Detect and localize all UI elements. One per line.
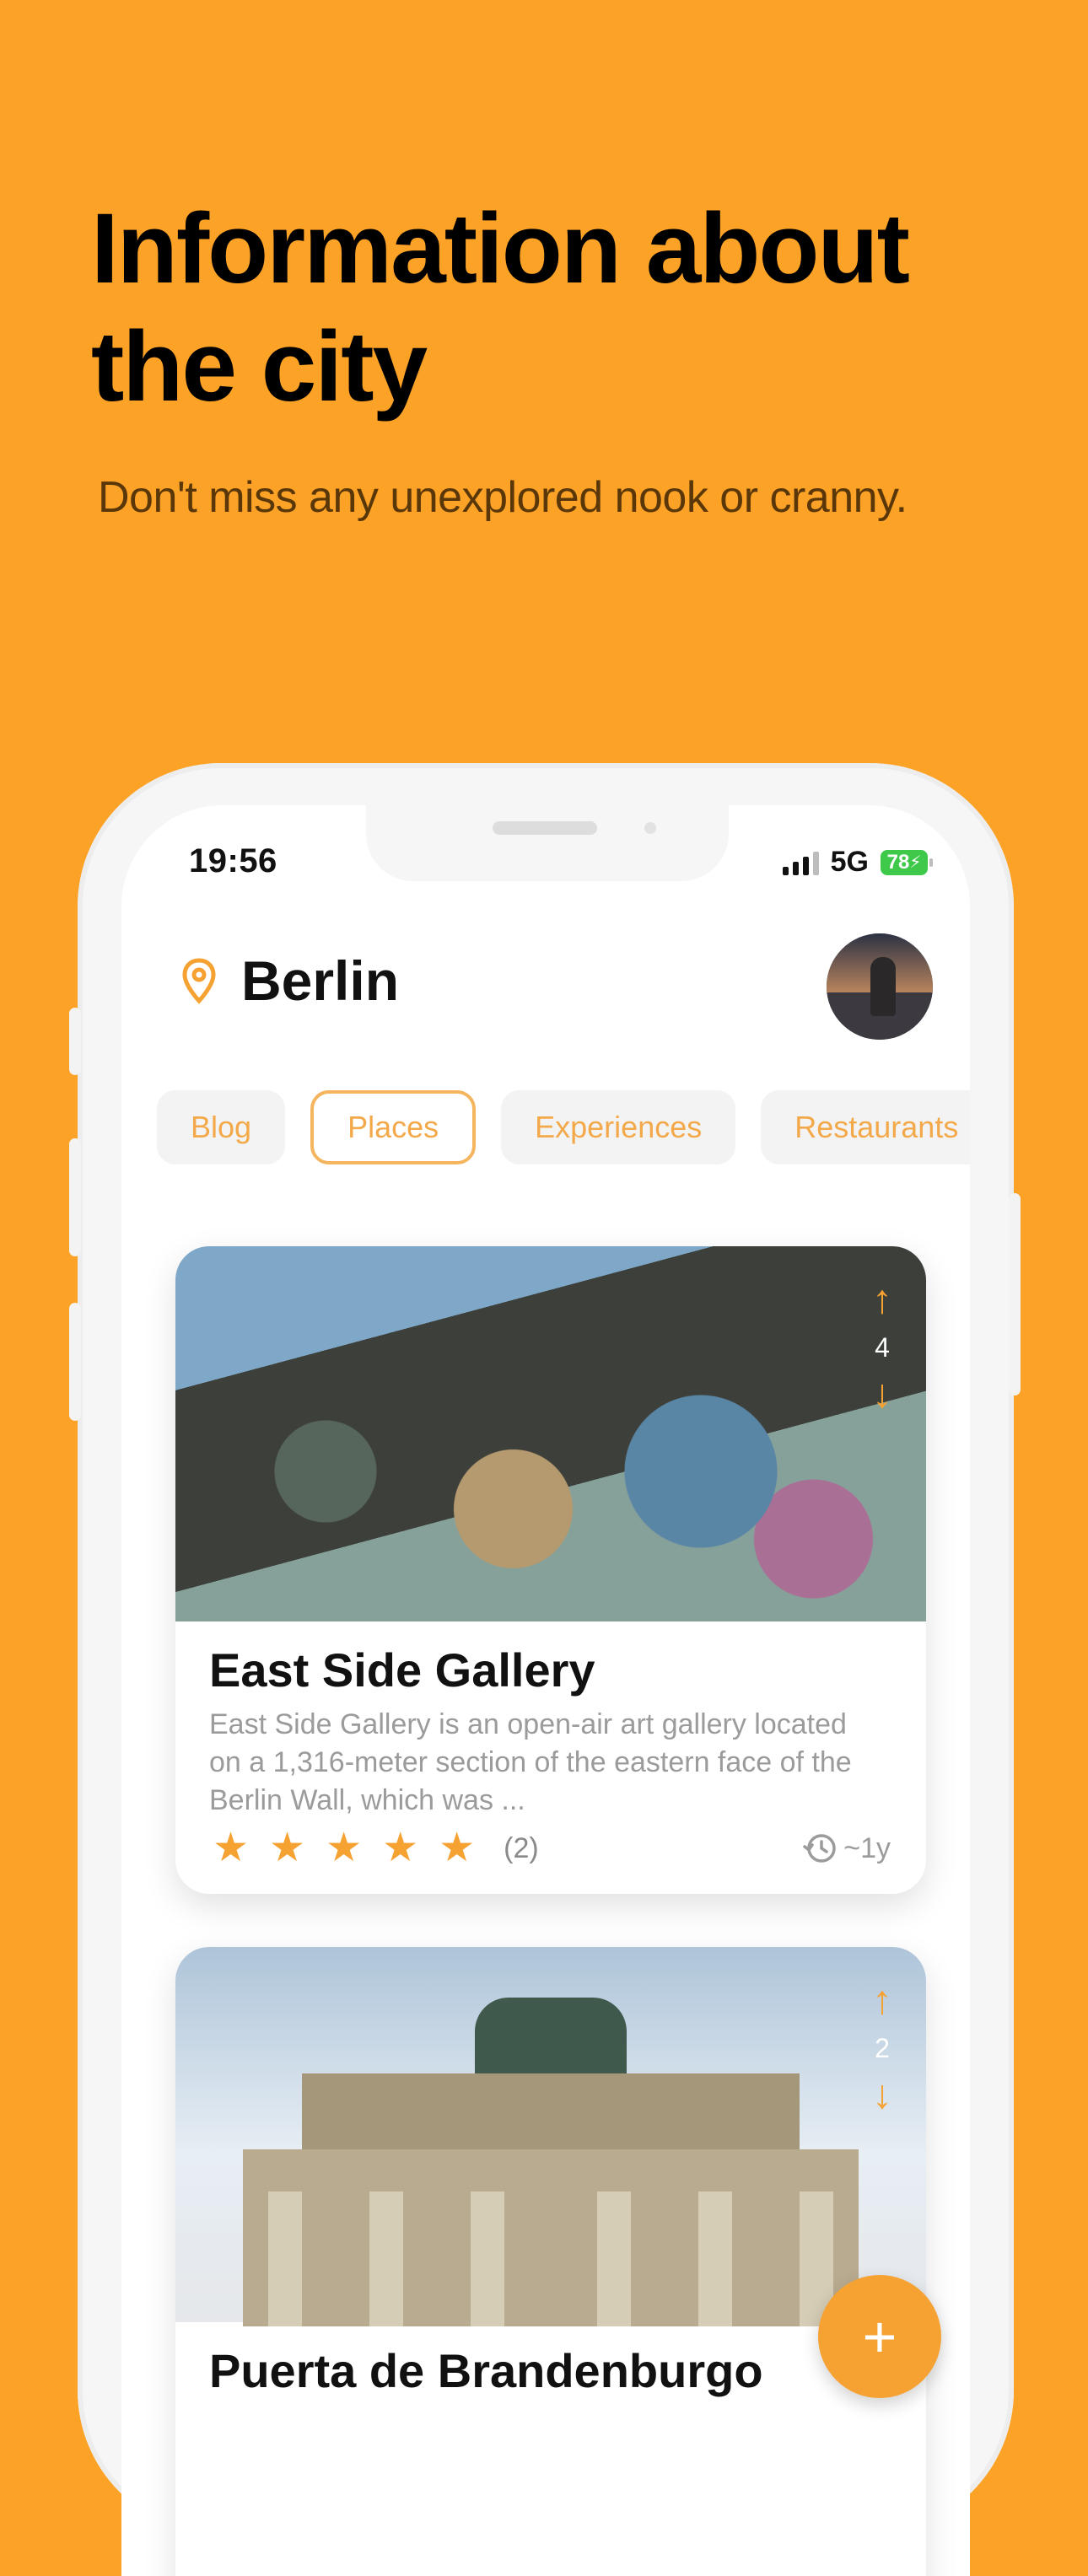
phone-volume-up (69, 1138, 81, 1256)
promo-headline: Information about the city (91, 193, 910, 422)
star-icon: ★ (213, 1826, 250, 1870)
network-type: 5G (830, 846, 869, 878)
post-age-text: ~1y (843, 1831, 891, 1864)
category-tabs: Blog Places Experiences Restaurants (157, 1090, 970, 1164)
upvote-icon[interactable]: ↑ (872, 1280, 892, 1320)
status-time: 19:56 (189, 842, 277, 879)
star-icon: ★ (269, 1826, 306, 1870)
post-age: ~1y (801, 1830, 891, 1867)
vote-count: 2 (875, 2033, 890, 2063)
phone-volume-down (69, 1303, 81, 1421)
star-icon: ★ (382, 1826, 419, 1870)
phone-power-button (1009, 1193, 1021, 1396)
phone-notch (366, 805, 729, 881)
place-title: East Side Gallery (209, 1643, 595, 1697)
battery-level: 78 (886, 850, 910, 874)
place-card[interactable]: ↑ 4 ↓ East Side Gallery East Side Galler… (175, 1246, 926, 1894)
downvote-icon[interactable]: ↓ (872, 1374, 892, 1415)
place-card[interactable]: ↑ 2 ↓ Puerta de Brandenburgo (175, 1947, 926, 2576)
add-button[interactable]: + (818, 2275, 941, 2398)
signal-icon (782, 850, 819, 875)
star-icon: ★ (326, 1826, 363, 1870)
promo-subhead: Don't miss any unexplored nook or cranny… (98, 473, 908, 522)
city-name: Berlin (241, 949, 400, 1012)
status-indicators: 5G 78 ⚡ (782, 846, 933, 879)
tab-blog[interactable]: Blog (157, 1090, 286, 1164)
phone-mockup: 19:56 5G 78 ⚡ Berlin Blog Places Experien… (69, 763, 1021, 2576)
rating-stars: ★ ★ ★ ★ ★ (2) (213, 1828, 539, 1869)
upvote-icon[interactable]: ↑ (872, 1981, 892, 2021)
vote-control: ↑ 2 ↓ (872, 1981, 892, 2116)
tab-restaurants[interactable]: Restaurants (761, 1090, 970, 1164)
front-camera (644, 822, 656, 834)
battery-icon: 78 ⚡ (881, 849, 933, 875)
tab-places[interactable]: Places (310, 1090, 477, 1164)
history-icon (803, 1834, 836, 1863)
vote-control: ↑ 4 ↓ (872, 1280, 892, 1415)
review-count: (2) (504, 1831, 539, 1864)
phone-mute-switch (69, 1008, 81, 1075)
place-description: East Side Gallery is an open-air art gal… (209, 1708, 852, 1816)
tab-experiences[interactable]: Experiences (501, 1090, 736, 1164)
downvote-icon[interactable]: ↓ (872, 2075, 892, 2116)
speaker-grille (493, 821, 597, 835)
place-photo (175, 1246, 926, 1621)
profile-avatar[interactable] (827, 933, 933, 1040)
place-photo (175, 1947, 926, 2326)
place-title: Puerta de Brandenburgo (209, 2344, 763, 2397)
vote-count: 4 (875, 1332, 890, 1363)
location-header[interactable]: Berlin (180, 949, 399, 1013)
star-icon: ★ (439, 1826, 476, 1870)
map-pin-icon (182, 958, 216, 1004)
